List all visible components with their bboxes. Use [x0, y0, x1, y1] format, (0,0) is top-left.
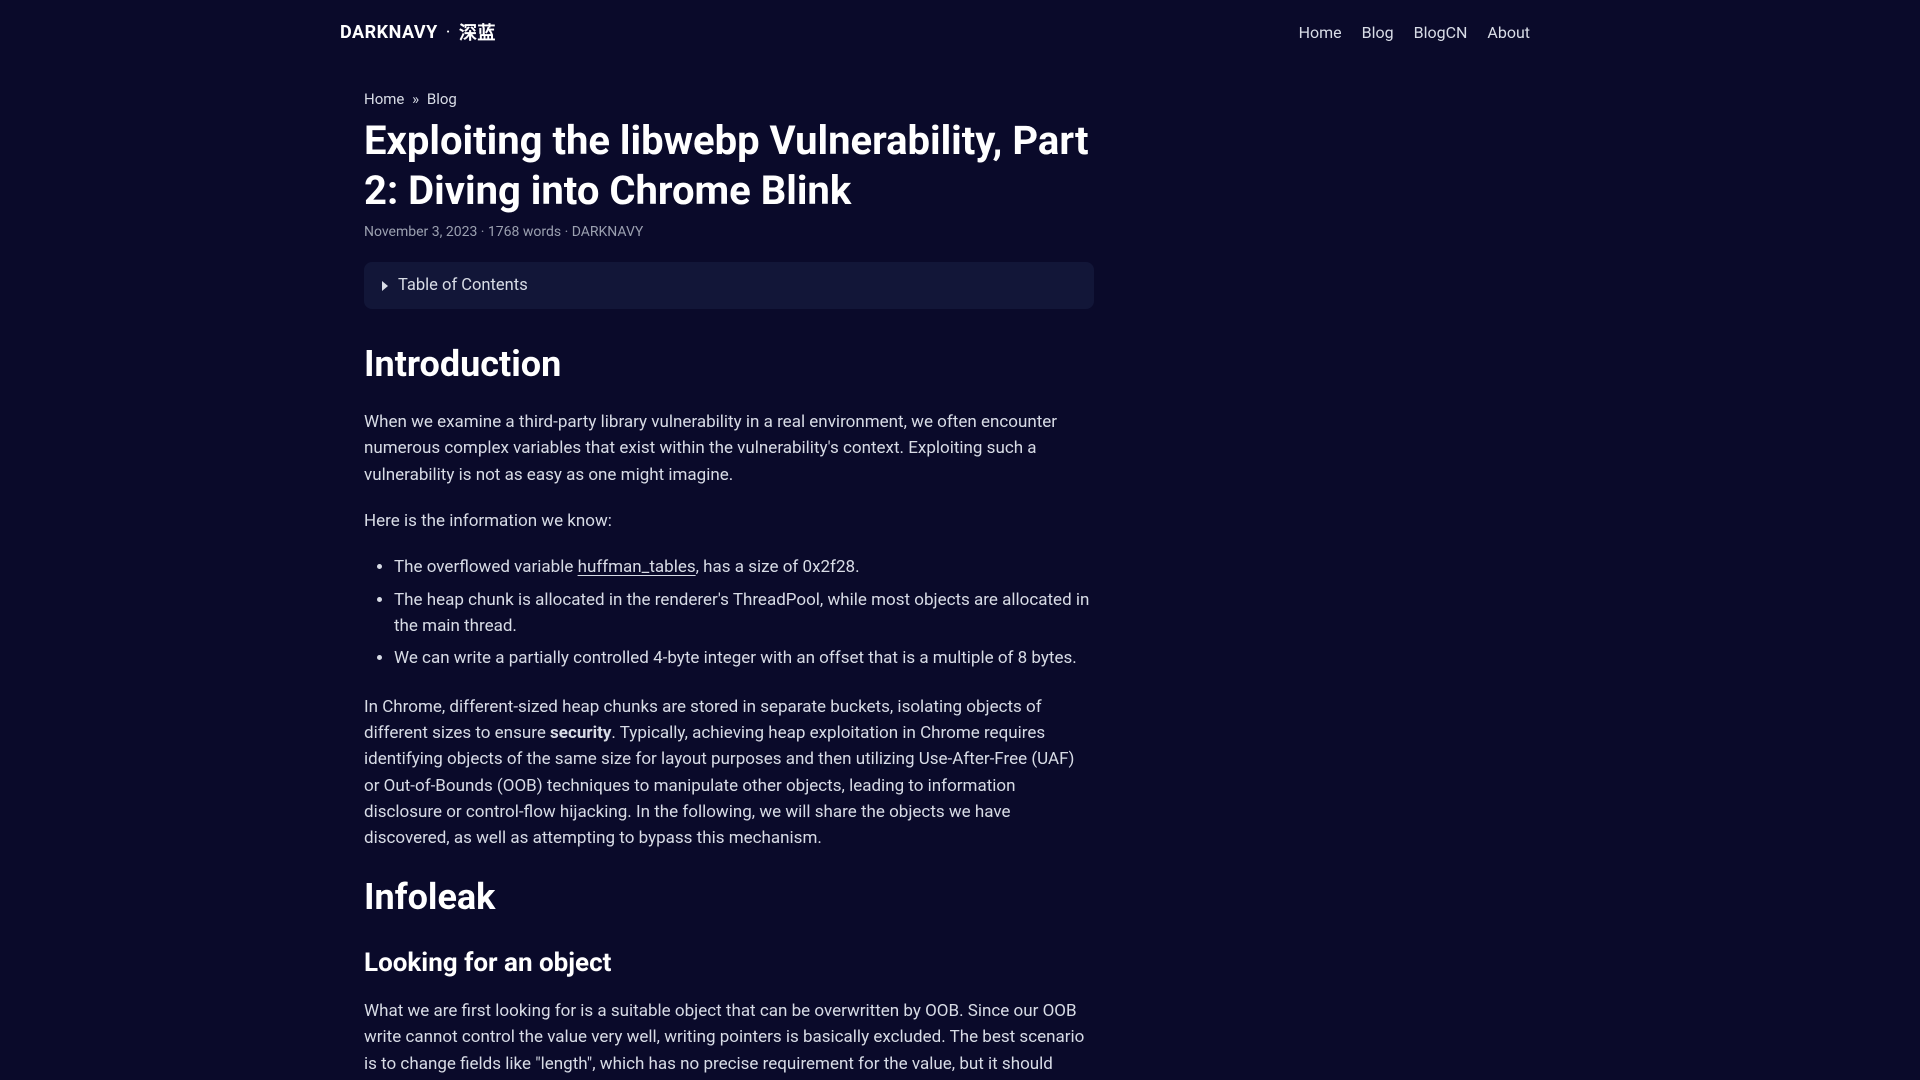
- site-header: DARKNAVY · 深蓝 Home Blog BlogCN About: [0, 0, 1920, 54]
- logo-text-sub: 深蓝: [459, 19, 496, 45]
- breadcrumb-home[interactable]: Home: [364, 90, 404, 108]
- logo-separator: ·: [446, 22, 451, 43]
- primary-nav: Home Blog BlogCN About: [1299, 23, 1530, 42]
- nav-blog[interactable]: Blog: [1362, 23, 1394, 42]
- heading-introduction: Introduction: [364, 343, 1094, 385]
- list-item: The overflowed variable huffman_tables, …: [394, 554, 1094, 580]
- heading-looking-for-object: Looking for an object: [364, 948, 1094, 978]
- chevron-right-icon: [382, 281, 388, 291]
- paragraph: When we examine a third-party library vu…: [364, 409, 1094, 488]
- page-title: Exploiting the libwebp Vulnerability, Pa…: [364, 116, 1094, 216]
- list-item: The heap chunk is allocated in the rende…: [394, 587, 1094, 640]
- nav-blogcn[interactable]: BlogCN: [1414, 23, 1468, 42]
- article: Home » Blog Exploiting the libwebp Vulne…: [364, 90, 1094, 1080]
- list-item: We can write a partially controlled 4-by…: [394, 645, 1094, 671]
- emphasis-security: security: [550, 723, 611, 743]
- breadcrumb: Home » Blog: [364, 90, 1094, 108]
- site-logo[interactable]: DARKNAVY · 深蓝: [340, 19, 496, 45]
- article-meta: November 3, 2023 · 1768 words · DARKNAVY: [364, 224, 1094, 240]
- paragraph: In Chrome, different-sized heap chunks a…: [364, 694, 1094, 852]
- nav-home[interactable]: Home: [1299, 23, 1342, 42]
- heading-infoleak: Infoleak: [364, 876, 1094, 918]
- breadcrumb-blog[interactable]: Blog: [427, 90, 457, 108]
- paragraph: Here is the information we know:: [364, 508, 1094, 534]
- toc-label: Table of Contents: [398, 276, 528, 295]
- paragraph: What we are first looking for is a suita…: [364, 998, 1094, 1080]
- nav-about[interactable]: About: [1487, 23, 1530, 42]
- info-list: The overflowed variable huffman_tables, …: [364, 554, 1094, 671]
- logo-text-main: DARKNAVY: [340, 22, 438, 43]
- code-huffman-tables: huffman_tables: [578, 557, 696, 577]
- table-of-contents-toggle[interactable]: Table of Contents: [364, 262, 1094, 309]
- breadcrumb-separator: »: [412, 90, 419, 108]
